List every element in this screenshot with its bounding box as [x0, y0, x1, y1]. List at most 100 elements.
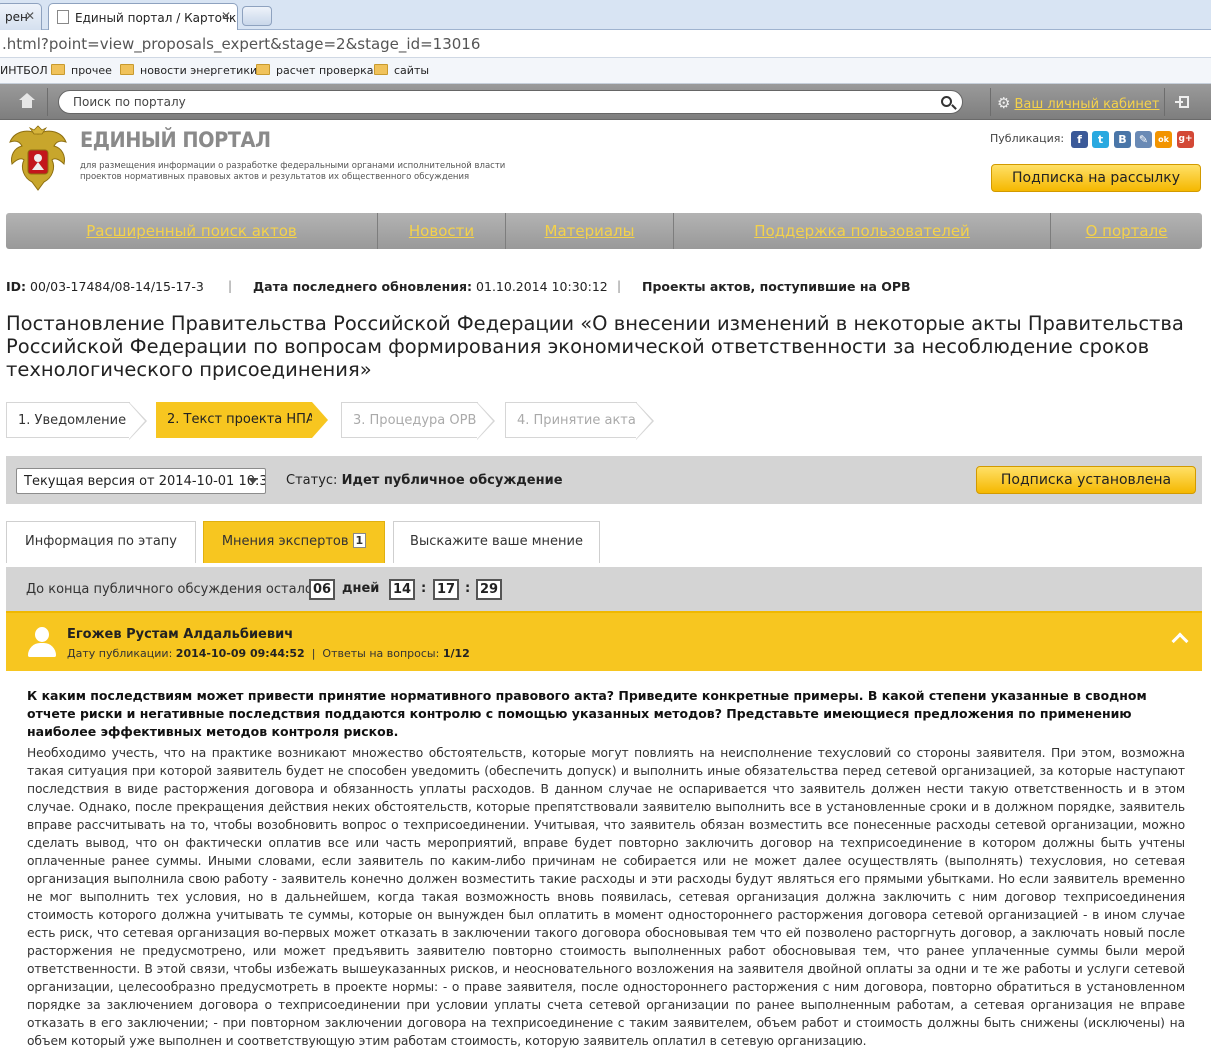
tab-leave-opinion[interactable]: Выскажите ваше мнение	[393, 521, 600, 563]
address-bar[interactable]: .html?point=view_proposals_expert&stage=…	[0, 30, 1211, 58]
updated-value: 01.10.2014 10:30:12	[476, 279, 608, 294]
expert-header[interactable]: Егожев Рустам Алдальбиевич Дату публикац…	[6, 611, 1202, 671]
subscription-set-button[interactable]: Подписка установлена	[976, 466, 1196, 494]
version-select[interactable]: Текущая версия от 2014-10-01 10:30	[16, 468, 266, 494]
countdown-hours: 14	[389, 579, 415, 600]
step-orv-procedure[interactable]: 3. Процедура ОРВ	[341, 402, 495, 440]
bookmark-folder[interactable]: сайты	[374, 64, 429, 77]
logo-subtitle-line: проектов нормативных правовых актов и ре…	[80, 172, 470, 182]
step-arrow	[129, 403, 145, 439]
googleplus-icon[interactable]: g+	[1177, 131, 1194, 148]
subscribe-newsletter-button[interactable]: Подписка на рассылку	[991, 164, 1201, 192]
publication-date-value: 2014-10-09 09:44:52	[175, 647, 305, 660]
tab-label: Информация по этапу	[24, 534, 178, 549]
step-arrow	[636, 403, 652, 439]
step-arrow	[312, 402, 328, 438]
nav-item-advanced-search: Расширенный поиск актов	[6, 213, 378, 249]
countdown-days: 06	[309, 579, 335, 600]
portal-topbar: ⚙Ваш личный кабинет	[0, 84, 1211, 120]
page-title: Постановление Правительства Российской Ф…	[6, 312, 1184, 381]
step-label: 3. Процедура ОРВ	[353, 413, 477, 428]
step-arrow	[477, 403, 493, 439]
nav-item-about: О портале	[1051, 213, 1202, 249]
gear-icon: ⚙	[997, 94, 1011, 112]
count-badge: 1	[352, 533, 367, 548]
status-value: Идет публичное обсуждение	[341, 473, 563, 488]
id-label: ID:	[6, 279, 27, 294]
step-draft-text[interactable]: 2. Текст проекта НПА	[156, 402, 328, 438]
countdown-seconds: 29	[476, 579, 502, 600]
bookmark-folder[interactable]: прочее	[51, 64, 112, 77]
publication-label: Публикация:	[990, 132, 1065, 145]
nav-link[interactable]: Новости	[409, 222, 474, 240]
nav-item-news: Новости	[378, 213, 506, 249]
step-act-adoption[interactable]: 4. Принятие акта	[505, 402, 654, 440]
bookmark-folder[interactable]: новости энергетики	[120, 64, 257, 77]
browser-tab[interactable]: рен ✕	[0, 3, 42, 30]
odnoklassniki-icon[interactable]: ok	[1155, 131, 1172, 148]
chevron-down-icon	[248, 478, 258, 484]
bookmark-label: новости энергетики	[140, 64, 258, 77]
portal-logo-subtitle: для размещения информации о разработке ф…	[80, 161, 540, 183]
updated-label: Дата последнего обновления:	[253, 279, 473, 294]
bookmark-label: прочее	[71, 64, 112, 77]
bookmark-item[interactable]: ИНТБОЛ	[0, 64, 48, 77]
countdown-bar: До конца публичного обсуждения осталось:…	[6, 567, 1202, 611]
close-icon[interactable]: ✕	[25, 9, 35, 23]
logo-subtitle-line: для размещения информации о разработке ф…	[80, 161, 506, 171]
tab-expert-opinions[interactable]: Мнения экспертов 1	[203, 521, 385, 563]
version-select-value: Текущая версия от 2014-10-01 10:30	[24, 474, 266, 489]
tab-stage-info[interactable]: Информация по этапу	[6, 521, 196, 563]
new-tab-button[interactable]	[242, 6, 272, 26]
act-id: ID: 00/03-17484/08-14/15-17-3	[6, 279, 204, 294]
browser-tab-label: Единый портал / Карточка	[75, 11, 238, 25]
folder-icon	[256, 64, 270, 75]
question-text: К каким последствиям может привести прин…	[27, 688, 1147, 739]
bookmark-label: расчет проверка	[276, 64, 374, 77]
step-label: 1. Уведомление	[18, 413, 127, 428]
folder-icon	[374, 64, 388, 75]
bookmark-folder[interactable]: расчет проверка	[256, 64, 373, 77]
separator: |	[617, 279, 622, 293]
browser-tabstrip: рен ✕ Единый портал / Карточка ✕	[0, 0, 1211, 31]
nav-item-support: Поддержка пользователей	[674, 213, 1051, 249]
nav-link[interactable]: Материалы	[545, 222, 635, 240]
bookmark-label: ИНТБОЛ	[0, 64, 48, 77]
vkontakte-icon[interactable]: B	[1114, 131, 1131, 148]
facebook-icon[interactable]: f	[1071, 131, 1088, 148]
nav-link[interactable]: О портале	[1086, 222, 1168, 240]
search-icon[interactable]	[941, 96, 952, 107]
twitter-icon[interactable]: t	[1092, 131, 1109, 148]
nav-link[interactable]: Поддержка пользователей	[754, 222, 970, 240]
home-icon	[19, 93, 35, 108]
logout-icon	[1175, 96, 1189, 108]
answers-value: 1/12	[442, 647, 470, 660]
countdown-label: До конца публичного обсуждения осталось:	[26, 582, 333, 597]
tab-label: Мнения экспертов	[221, 534, 349, 549]
livejournal-icon[interactable]: ✎	[1135, 131, 1152, 148]
nav-link[interactable]: Расширенный поиск актов	[86, 222, 297, 240]
page-icon	[57, 10, 69, 24]
chevron-up-icon[interactable]	[1171, 632, 1189, 650]
step-notification[interactable]: 1. Уведомление	[6, 402, 147, 440]
answer-text: Необходимо учесть, что на практике возни…	[27, 746, 1185, 1048]
browser-tab-active[interactable]: Единый портал / Карточка ✕	[48, 3, 238, 31]
url-text[interactable]: .html?point=view_proposals_expert&stage=…	[2, 35, 480, 53]
portal-logo-title[interactable]: ЕДИНЫЙ ПОРТАЛ	[80, 128, 271, 152]
personal-cabinet: ⚙ Ваш личный кабинет	[990, 88, 1160, 116]
step-label: 4. Принятие акта	[517, 413, 636, 428]
separator: |	[228, 279, 233, 293]
search-input[interactable]	[73, 94, 923, 110]
close-icon[interactable]: ✕	[221, 9, 231, 23]
id-value: 00/03-17484/08-14/15-17-3	[30, 279, 204, 294]
portal-search	[58, 90, 963, 114]
home-button[interactable]	[6, 88, 48, 116]
answers-label: Ответы на вопросы:	[322, 647, 440, 660]
countdown-days-label: дней	[342, 581, 380, 596]
main-nav: Расширенный поиск актов Новости Материал…	[6, 213, 1202, 249]
expert-meta: Дату публикации: 2014-10-09 09:44:52 | О…	[67, 647, 470, 660]
logout-button[interactable]	[1164, 88, 1204, 116]
status-label: Статус:	[286, 473, 338, 488]
nav-item-materials: Материалы	[506, 213, 674, 249]
personal-cabinet-link[interactable]: Ваш личный кабинет	[1014, 97, 1159, 112]
